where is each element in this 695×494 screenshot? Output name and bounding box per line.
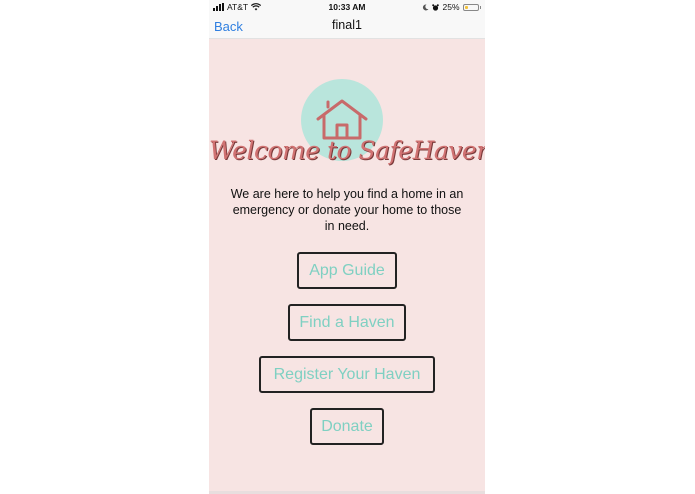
battery-fill — [464, 5, 468, 9]
tagline-text: We are here to help you find a home in a… — [230, 187, 464, 233]
status-right: 25% — [422, 2, 481, 12]
battery-icon — [462, 3, 479, 11]
app-guide-button[interactable]: App Guide — [297, 252, 397, 289]
house-icon — [316, 99, 368, 140]
navigation-bar: Back final1 — [209, 14, 485, 39]
moon-icon — [423, 3, 429, 10]
find-haven-button[interactable]: Find a Haven — [288, 304, 406, 341]
register-haven-button[interactable]: Register Your Haven — [259, 356, 435, 393]
nav-title: final1 — [332, 18, 362, 32]
welcome-title: Welcome to SafeHaven — [209, 136, 485, 165]
alarm-icon — [432, 3, 440, 11]
donate-button[interactable]: Donate — [310, 408, 384, 445]
battery-percent: 25% — [442, 2, 460, 12]
app-screen: AT&T 10:33 AM 25% Back final1 Welcome to… — [209, 0, 485, 494]
status-bar: AT&T 10:33 AM 25% — [209, 0, 485, 14]
battery-nub — [479, 5, 481, 9]
